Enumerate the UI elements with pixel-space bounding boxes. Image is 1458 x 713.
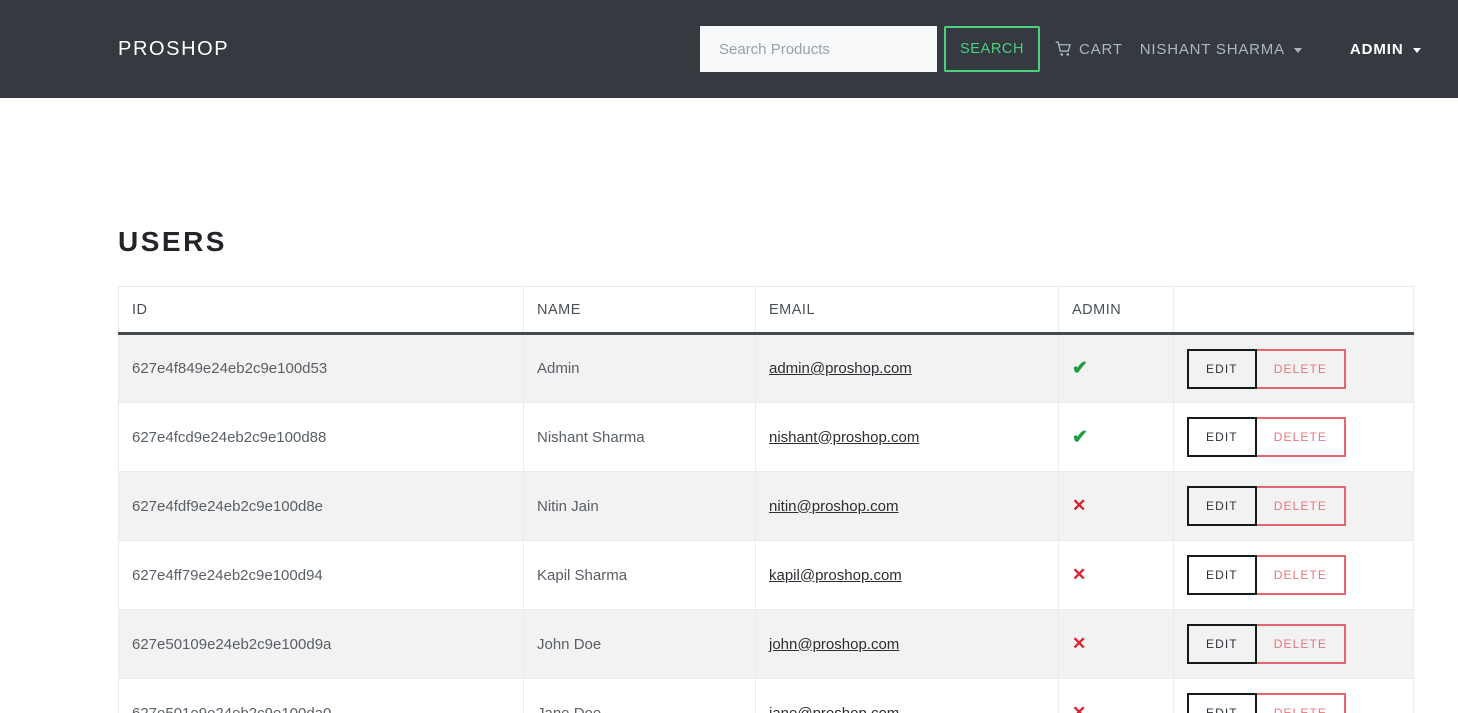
cell-name: Jane Doe <box>523 678 756 713</box>
cell-id: 627e50109e24eb2c9e100d9a <box>118 609 524 679</box>
cell-actions: EDIT DELETE <box>1173 333 1414 403</box>
nav-admin-dropdown[interactable]: ADMIN <box>1350 41 1421 58</box>
cell-admin: ✕ <box>1058 471 1174 541</box>
navbar: PROSHOP SEARCH CART NISHANT SHARMA ADMIN <box>0 0 1458 98</box>
email-link[interactable]: jane@proshop.com <box>769 705 899 713</box>
cell-id: 627e4fdf9e24eb2c9e100d8e <box>118 471 524 541</box>
chevron-down-icon <box>1412 47 1421 53</box>
delete-button[interactable]: DELETE <box>1256 486 1347 526</box>
cell-email: nitin@proshop.com <box>755 471 1059 541</box>
delete-button[interactable]: DELETE <box>1256 417 1347 457</box>
edit-button[interactable]: EDIT <box>1187 693 1257 713</box>
cross-icon: ✕ <box>1072 703 1087 713</box>
column-header-name: NAME <box>523 286 756 335</box>
chevron-down-icon <box>1293 47 1302 53</box>
edit-button[interactable]: EDIT <box>1187 417 1257 457</box>
nav-cart-link[interactable]: CART <box>1055 41 1123 58</box>
delete-button[interactable]: DELETE <box>1256 624 1347 664</box>
cell-admin: ✔ <box>1058 333 1174 403</box>
edit-button[interactable]: EDIT <box>1187 624 1257 664</box>
nav-cart-label: CART <box>1079 40 1123 58</box>
cell-id: 627e4ff79e24eb2c9e100d94 <box>118 540 524 610</box>
cell-admin: ✔ <box>1058 402 1174 472</box>
table-row: 627e4ff79e24eb2c9e100d94 Kapil Sharma kapi… <box>118 540 1414 610</box>
column-header-admin: ADMIN <box>1058 286 1174 335</box>
row-action-buttons: EDIT DELETE <box>1187 624 1347 664</box>
cell-id: 627e501e9e24eb2c9e100da0 <box>118 678 524 713</box>
cross-icon: ✕ <box>1072 496 1087 515</box>
table-row: 627e50109e24eb2c9e100d9a John Doe john@pro… <box>118 609 1414 679</box>
cell-email: admin@proshop.com <box>755 333 1059 403</box>
cell-actions: EDIT DELETE <box>1173 609 1414 679</box>
cell-email: jane@proshop.com <box>755 678 1059 713</box>
cell-name: Kapil Sharma <box>523 540 756 610</box>
cell-actions: EDIT DELETE <box>1173 471 1414 541</box>
cell-actions: EDIT DELETE <box>1173 402 1414 472</box>
cell-email: nishant@proshop.com <box>755 402 1059 472</box>
email-link[interactable]: admin@proshop.com <box>769 360 912 377</box>
cell-admin: ✕ <box>1058 540 1174 610</box>
email-link[interactable]: nishant@proshop.com <box>769 429 919 446</box>
cell-name: Nishant Sharma <box>523 402 756 472</box>
table-header: ID NAME EMAIL ADMIN <box>118 286 1414 335</box>
edit-button[interactable]: EDIT <box>1187 555 1257 595</box>
check-icon: ✔ <box>1072 358 1088 379</box>
nav-user-label: NISHANT SHARMA <box>1139 40 1285 58</box>
table-body: 627e4f849e24eb2c9e100d53 Admin admin@prosh… <box>118 333 1414 713</box>
users-table-container: ID NAME EMAIL ADMIN 627e4f849e24eb2c9e10… <box>118 286 1414 713</box>
table-row: 627e501e9e24eb2c9e100da0 Jane Doe jane@pro… <box>118 678 1414 713</box>
cell-name: Admin <box>523 333 756 403</box>
cell-actions: EDIT DELETE <box>1173 678 1414 713</box>
navbar-right-group: SEARCH CART NISHANT SHARMA ADMIN <box>700 0 1421 98</box>
row-action-buttons: EDIT DELETE <box>1187 348 1347 389</box>
cell-admin: ✕ <box>1058 609 1174 679</box>
table-row: 627e4fdf9e24eb2c9e100d8e Nitin Jain nitin@… <box>118 471 1414 541</box>
shopping-cart-icon <box>1055 41 1072 57</box>
nav-user-dropdown[interactable]: NISHANT SHARMA <box>1140 41 1302 58</box>
table-row: 627e4f849e24eb2c9e100d53 Admin admin@prosh… <box>118 333 1414 403</box>
row-action-buttons: EDIT DELETE <box>1187 693 1347 713</box>
cell-id: 627e4f849e24eb2c9e100d53 <box>118 333 524 403</box>
users-table: ID NAME EMAIL ADMIN 627e4f849e24eb2c9e10… <box>118 286 1414 713</box>
cell-admin: ✕ <box>1058 678 1174 713</box>
cell-email: kapil@proshop.com <box>755 540 1059 610</box>
cell-name: Nitin Jain <box>523 471 756 541</box>
cell-id: 627e4fcd9e24eb2c9e100d88 <box>118 402 524 472</box>
delete-button[interactable]: DELETE <box>1256 348 1347 389</box>
delete-button[interactable]: DELETE <box>1256 693 1347 713</box>
brand-logo[interactable]: PROSHOP <box>118 37 229 61</box>
column-header-id: ID <box>118 286 524 335</box>
nav-admin-label: ADMIN <box>1349 40 1404 58</box>
email-link[interactable]: kapil@proshop.com <box>769 567 902 584</box>
row-action-buttons: EDIT DELETE <box>1187 417 1347 457</box>
table-header-row: ID NAME EMAIL ADMIN <box>118 286 1414 335</box>
column-header-actions <box>1173 286 1414 335</box>
search-input[interactable] <box>700 26 937 72</box>
edit-button[interactable]: EDIT <box>1187 348 1257 389</box>
cross-icon: ✕ <box>1072 565 1087 584</box>
delete-button[interactable]: DELETE <box>1256 555 1347 595</box>
table-row: 627e4fcd9e24eb2c9e100d88 Nishant Sharma ni… <box>118 402 1414 472</box>
page-title: USERS <box>118 226 227 257</box>
row-action-buttons: EDIT DELETE <box>1187 486 1347 526</box>
cell-name: John Doe <box>523 609 756 679</box>
email-link[interactable]: nitin@proshop.com <box>769 498 898 515</box>
cell-email: john@proshop.com <box>755 609 1059 679</box>
column-header-email: EMAIL <box>755 286 1059 335</box>
cell-actions: EDIT DELETE <box>1173 540 1414 610</box>
search-button[interactable]: SEARCH <box>944 26 1041 72</box>
check-icon: ✔ <box>1072 426 1088 448</box>
row-action-buttons: EDIT DELETE <box>1187 555 1347 595</box>
cross-icon: ✕ <box>1072 634 1087 653</box>
edit-button[interactable]: EDIT <box>1187 486 1257 526</box>
email-link[interactable]: john@proshop.com <box>769 636 899 653</box>
